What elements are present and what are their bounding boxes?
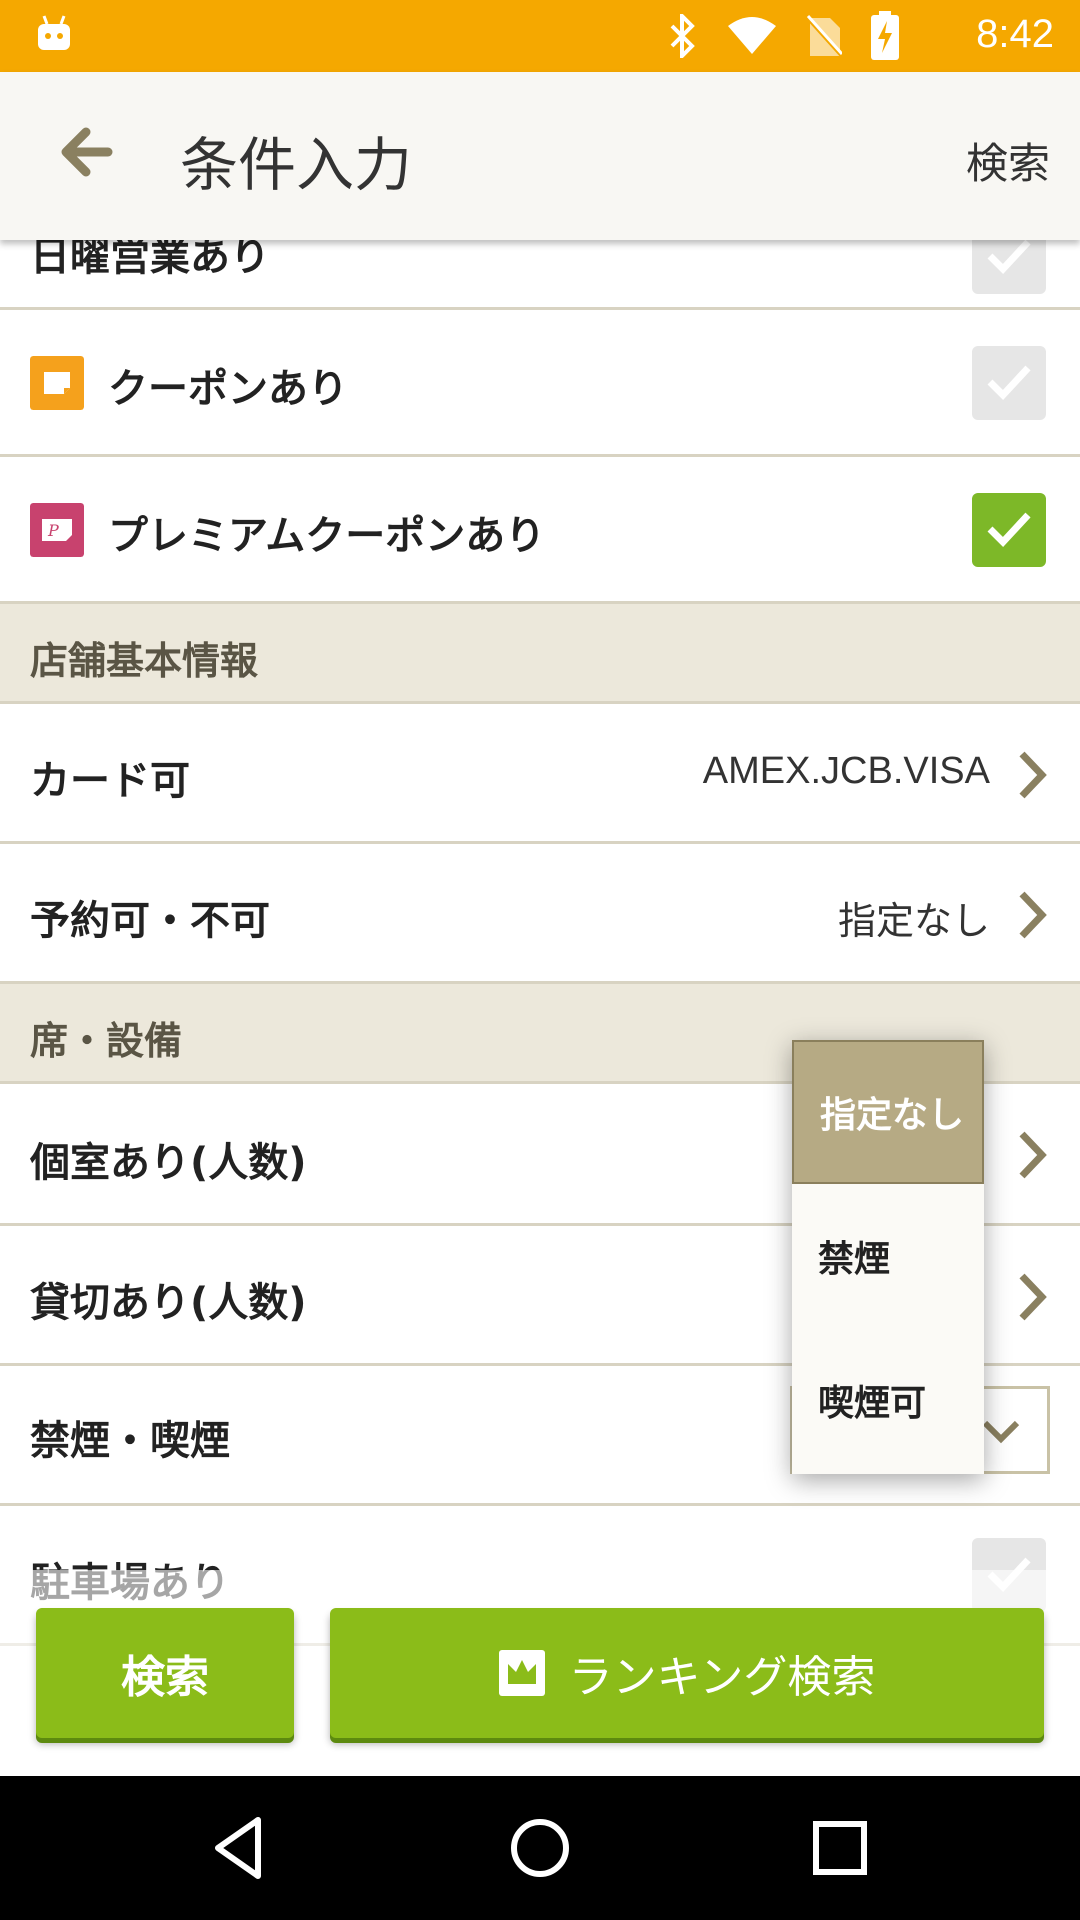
search-button[interactable]: 検索 (36, 1608, 294, 1738)
chevron-right-icon (1019, 751, 1047, 799)
section-store-info-label: 店舗基本情報 (30, 639, 259, 683)
smoking-options-popup: 指定なし 禁煙 喫煙可 (792, 1040, 984, 1474)
status-time: 8:42 (976, 12, 1054, 56)
back-arrow-icon[interactable] (56, 122, 116, 182)
private-room-label: 個室あり(人数) (30, 1140, 307, 1186)
app-bar: 条件入力 検索 (0, 72, 1080, 240)
chevron-down-icon (982, 1420, 1020, 1444)
premium-coupon-icon: P (30, 503, 84, 557)
option-unspecified[interactable]: 指定なし (792, 1040, 984, 1184)
sunday-checkbox[interactable] (972, 240, 1046, 294)
sunday-label: 日曜営業あり (30, 240, 270, 280)
no-sim-icon (806, 14, 842, 58)
smoking-label: 禁煙・喫煙 (30, 1418, 230, 1464)
nav-home-icon[interactable] (504, 1812, 576, 1884)
nav-back-icon[interactable] (204, 1812, 276, 1884)
list-item-card[interactable]: カード可 AMEX.JCB.VISA (0, 704, 1080, 844)
svg-text:P: P (47, 521, 59, 540)
header-search-button[interactable]: 検索 (966, 130, 1050, 191)
list-item-premium-coupon[interactable]: P プレミアムクーポンあり (0, 457, 1080, 604)
ranking-search-button[interactable]: ランキング検索 (330, 1608, 1044, 1738)
page-title: 条件入力 (180, 131, 413, 199)
bluetooth-icon (670, 14, 695, 58)
premium-coupon-checkbox[interactable] (972, 493, 1046, 567)
android-icon (38, 15, 70, 50)
ranking-search-label: ランキング検索 (568, 1652, 876, 1703)
option-smoking-allowed[interactable]: 喫煙可 (792, 1328, 984, 1472)
coupon-checkbox[interactable] (972, 346, 1046, 420)
wifi-icon (728, 17, 776, 54)
search-button-label: 検索 (121, 1652, 209, 1703)
card-value: AMEX.JCB.VISA (702, 750, 990, 792)
list-item-coupon[interactable]: クーポンあり (0, 310, 1080, 457)
status-bar: 8:42 (0, 0, 1080, 72)
navigation-bar (0, 1776, 1080, 1920)
reservation-value: 指定なし (837, 899, 990, 943)
check-icon (987, 512, 1031, 548)
nav-recents-icon[interactable] (804, 1812, 876, 1884)
charter-label: 貸切あり(人数) (30, 1280, 307, 1326)
section-seats-label: 席・設備 (30, 1019, 183, 1063)
coupon-icon (30, 356, 84, 410)
premium-coupon-label: プレミアムクーポンあり (108, 513, 546, 559)
list-item-sunday[interactable]: 日曜営業あり (0, 240, 1080, 310)
chevron-right-icon (1019, 891, 1047, 939)
battery-charging-icon (871, 11, 899, 60)
condition-list[interactable]: 日曜営業あり クーポンあり P プレミアムクーポンあり 店舗基本情報 カード可 … (0, 240, 1080, 1776)
reservation-label: 予約可・不可 (30, 898, 270, 944)
list-item-reservation[interactable]: 予約可・不可 指定なし (0, 844, 1080, 984)
check-icon (987, 240, 1031, 275)
coupon-label: クーポンあり (108, 366, 348, 412)
option-non-smoking[interactable]: 禁煙 (792, 1184, 984, 1328)
card-label: カード可 (30, 758, 190, 804)
chevron-right-icon (1019, 1273, 1047, 1321)
section-store-info: 店舗基本情報 (0, 604, 1080, 704)
check-icon (987, 365, 1031, 401)
chevron-right-icon (1019, 1131, 1047, 1179)
crown-icon (498, 1650, 545, 1696)
bottom-action-bar: 検索 ランキング検索 (0, 1570, 1080, 1776)
